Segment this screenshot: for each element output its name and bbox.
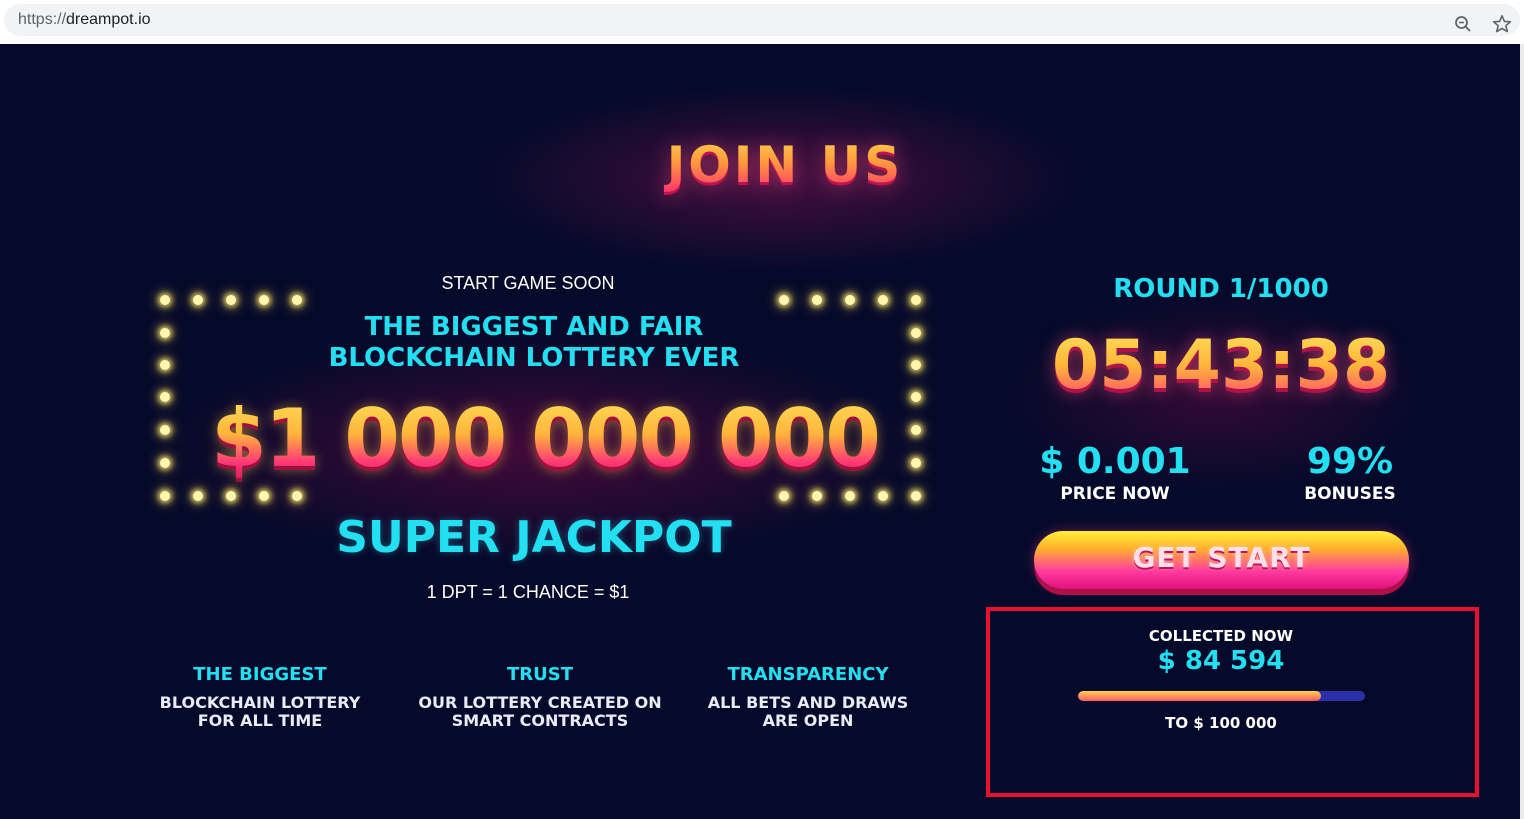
super-jackpot-label: SUPER JACKPOT xyxy=(336,512,732,563)
marquee-light xyxy=(226,491,236,501)
feature-line: ALL BETS AND DRAWS xyxy=(707,693,909,712)
price-stat: $ 0.001 PRICE NOW xyxy=(1005,441,1225,505)
get-start-button[interactable]: GET START xyxy=(1034,531,1409,589)
marquee-light xyxy=(160,360,170,370)
countdown-timer: 05:43:38 xyxy=(1021,326,1421,405)
marquee-light xyxy=(878,491,888,501)
feature-text: ALL BETS AND DRAWS ARE OPEN xyxy=(678,694,938,730)
collection-target: TO $ 100 000 xyxy=(1165,714,1277,732)
marquee-light xyxy=(911,491,921,501)
marquee-light xyxy=(292,295,302,305)
address-bar[interactable]: https://dreampot.io xyxy=(4,4,1520,36)
feature-line: FOR ALL TIME xyxy=(197,711,323,730)
star-icon[interactable] xyxy=(1491,13,1513,35)
bonus-label: BONUSES xyxy=(1304,484,1396,504)
feature-line: SMART CONTRACTS xyxy=(451,711,629,730)
browser-toolbar: https://dreampot.io xyxy=(0,0,1524,45)
feature-text: BLOCKCHAIN LOTTERY FOR ALL TIME xyxy=(130,694,390,730)
marquee-light xyxy=(292,491,302,501)
marquee-light xyxy=(845,491,855,501)
marquee-light xyxy=(160,295,170,305)
price-value: $ 0.001 xyxy=(1039,441,1191,482)
collection-progress-fill xyxy=(1078,691,1321,701)
zoom-icon[interactable] xyxy=(1452,13,1474,35)
headline-line-2: BLOCKCHAIN LOTTERY EVER xyxy=(328,343,740,373)
headline: THE BIGGEST AND FAIR BLOCKCHAIN LOTTERY … xyxy=(234,312,834,374)
round-counter: ROUND 1/1000 xyxy=(1113,274,1329,304)
page-content: JOIN US START GAME SOON THE BIGGEST AND … xyxy=(0,44,1520,819)
feature-line: BLOCKCHAIN LOTTERY xyxy=(159,693,361,712)
marquee-light xyxy=(845,295,855,305)
feature-text: OUR LOTTERY CREATED ON SMART CONTRACTS xyxy=(410,694,670,730)
url-host: dreampot.io xyxy=(66,11,151,28)
collection-progress-bar xyxy=(1078,691,1365,701)
feature-title: TRANSPARENCY xyxy=(727,664,889,685)
marquee-light xyxy=(812,295,822,305)
marquee-light xyxy=(193,295,203,305)
feature-line: ARE OPEN xyxy=(762,711,854,730)
exchange-note: 1 DPT = 1 CHANCE = $1 xyxy=(426,582,630,602)
feature-line: OUR LOTTERY CREATED ON xyxy=(418,693,662,712)
feature-biggest: THE BIGGEST BLOCKCHAIN LOTTERY FOR ALL T… xyxy=(130,664,390,730)
marquee-light xyxy=(259,491,269,501)
feature-title: TRUST xyxy=(507,664,573,685)
marquee-light xyxy=(193,491,203,501)
headline-line-1: THE BIGGEST AND FAIR xyxy=(364,312,704,342)
feature-trust: TRUST OUR LOTTERY CREATED ON SMART CONTR… xyxy=(410,664,670,730)
marquee-light xyxy=(911,360,921,370)
price-label: PRICE NOW xyxy=(1060,484,1170,504)
marquee-light xyxy=(779,295,789,305)
feature-title: THE BIGGEST xyxy=(193,664,327,685)
scrollbar-track[interactable] xyxy=(1520,44,1524,819)
get-start-label: GET START xyxy=(1132,540,1311,574)
marquee-light xyxy=(160,491,170,501)
start-game-soon-text: START GAME SOON xyxy=(441,273,615,293)
url-scheme: https:// xyxy=(18,11,67,28)
feature-transparency: TRANSPARENCY ALL BETS AND DRAWS ARE OPEN xyxy=(678,664,938,730)
marquee-light xyxy=(259,295,269,305)
marquee-light xyxy=(812,491,822,501)
jackpot-amount: $1 000 000 000 xyxy=(150,392,940,485)
marquee-light xyxy=(911,295,921,305)
page-title: JOIN US xyxy=(0,136,1520,194)
marquee-light xyxy=(160,328,170,338)
bonus-value: 99% xyxy=(1306,441,1394,482)
collected-label: COLLECTED NOW xyxy=(1148,627,1294,645)
url-text[interactable]: https://dreampot.io xyxy=(18,11,151,29)
marquee-light xyxy=(911,328,921,338)
marquee-light xyxy=(779,491,789,501)
collected-value: $ 84 594 xyxy=(1157,646,1285,676)
marquee-light xyxy=(226,295,236,305)
bonus-stat: 99% BONUSES xyxy=(1240,441,1460,505)
marquee-light xyxy=(878,295,888,305)
